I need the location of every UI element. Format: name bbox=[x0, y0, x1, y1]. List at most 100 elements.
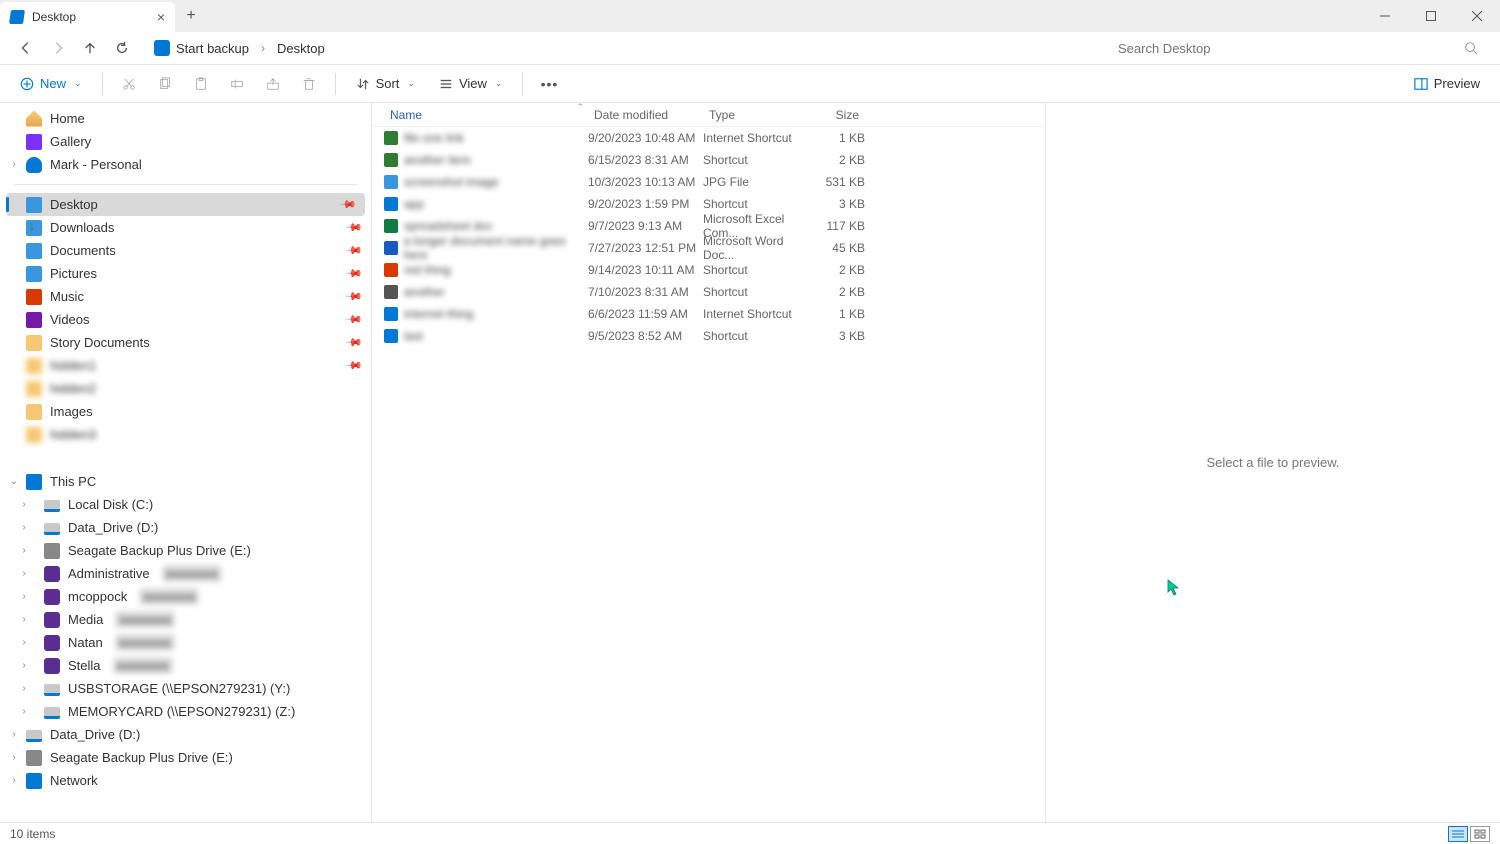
file-row[interactable]: a longer document name goes here7/27/202… bbox=[372, 237, 1045, 259]
column-date[interactable]: Date modified bbox=[588, 108, 703, 122]
new-button[interactable]: New ⌄ bbox=[12, 72, 90, 95]
chevron-icon[interactable]: › bbox=[18, 637, 30, 648]
sidebar-item-label: Images bbox=[50, 404, 93, 419]
sidebar-item[interactable]: hidden3 bbox=[0, 423, 371, 446]
sidebar-item[interactable]: Downloads📌 bbox=[0, 216, 371, 239]
file-row[interactable]: another item6/15/2023 8:31 AMShortcut2 K… bbox=[372, 149, 1045, 171]
sidebar-item[interactable]: Story Documents📌 bbox=[0, 331, 371, 354]
breadcrumb-start-backup[interactable]: Start backup bbox=[148, 36, 255, 60]
chevron-icon[interactable]: › bbox=[18, 568, 30, 579]
file-type: Internet Shortcut bbox=[703, 131, 801, 145]
sidebar-item[interactable]: Images bbox=[0, 400, 371, 423]
view-button[interactable]: View ⌄ bbox=[431, 72, 511, 95]
preview-button[interactable]: Preview bbox=[1406, 72, 1488, 95]
sidebar-item[interactable]: Desktop📌 bbox=[6, 193, 365, 216]
file-icon bbox=[384, 175, 398, 189]
sidebar-item[interactable]: ›Seagate Backup Plus Drive (E:) bbox=[0, 539, 371, 562]
icons-view-toggle[interactable] bbox=[1470, 826, 1490, 842]
sidebar-item[interactable]: hidden1📌 bbox=[0, 354, 371, 377]
search-box[interactable] bbox=[1108, 33, 1488, 63]
file-name: another bbox=[404, 285, 445, 299]
column-headers[interactable]: Name⌃ Date modified Type Size bbox=[372, 103, 1045, 127]
sidebar[interactable]: HomeGallery›Mark - Personal Desktop📌Down… bbox=[0, 103, 372, 822]
file-row[interactable]: last9/5/2023 8:52 AMShortcut3 KB bbox=[372, 325, 1045, 347]
file-list[interactable]: Name⌃ Date modified Type Size file one l… bbox=[372, 103, 1045, 822]
sidebar-item[interactable]: ›Local Disk (C:) bbox=[0, 493, 371, 516]
file-date: 9/5/2023 8:52 AM bbox=[588, 329, 703, 343]
sidebar-item[interactable]: Documents📌 bbox=[0, 239, 371, 262]
chevron-icon[interactable]: › bbox=[18, 591, 30, 602]
file-name: another item bbox=[404, 153, 471, 167]
chevron-down-icon[interactable]: ⌄ bbox=[8, 476, 20, 487]
close-window-button[interactable] bbox=[1454, 0, 1500, 32]
pin-icon: 📌 bbox=[345, 310, 364, 329]
chevron-icon[interactable]: › bbox=[8, 775, 20, 786]
new-tab-button[interactable]: + bbox=[175, 0, 207, 32]
sidebar-item[interactable]: Music📌 bbox=[0, 285, 371, 308]
more-button[interactable]: ••• bbox=[535, 72, 563, 96]
sidebar-item[interactable]: ›Stellaxxxxxxxx bbox=[0, 654, 371, 677]
file-icon bbox=[384, 285, 398, 299]
chevron-icon[interactable]: › bbox=[18, 614, 30, 625]
sidebar-item[interactable]: ›MEMORYCARD (\\EPSON279231) (Z:) bbox=[0, 700, 371, 723]
sidebar-item[interactable]: ›Natanxxxxxxxx bbox=[0, 631, 371, 654]
forward-button[interactable] bbox=[44, 34, 72, 62]
maximize-button[interactable] bbox=[1408, 0, 1454, 32]
sidebar-item[interactable]: hidden2 bbox=[0, 377, 371, 400]
tab-desktop[interactable]: Desktop × bbox=[0, 2, 175, 32]
sidebar-item[interactable]: ›Network bbox=[0, 769, 371, 792]
minimize-button[interactable] bbox=[1362, 0, 1408, 32]
rename-button[interactable] bbox=[223, 73, 251, 95]
chevron-icon[interactable]: › bbox=[18, 660, 30, 671]
file-row[interactable]: another7/10/2023 8:31 AMShortcut2 KB bbox=[372, 281, 1045, 303]
file-icon bbox=[384, 153, 398, 167]
sidebar-item[interactable]: › Data_Drive (D:) bbox=[0, 723, 371, 746]
sidebar-item[interactable]: ›mcoppockxxxxxxxx bbox=[0, 585, 371, 608]
chevron-icon[interactable]: › bbox=[8, 752, 20, 763]
chevron-icon[interactable]: › bbox=[18, 545, 30, 556]
breadcrumb-desktop[interactable]: Desktop bbox=[271, 37, 331, 60]
paste-button[interactable] bbox=[187, 73, 215, 95]
sidebar-item-label: Data_Drive (D:) bbox=[50, 727, 140, 742]
sidebar-item[interactable]: Videos📌 bbox=[0, 308, 371, 331]
sidebar-item[interactable]: Home bbox=[0, 107, 371, 130]
refresh-button[interactable] bbox=[108, 34, 136, 62]
breadcrumb[interactable]: Start backup › Desktop bbox=[148, 36, 1104, 60]
column-type[interactable]: Type bbox=[703, 108, 801, 122]
file-icon bbox=[384, 263, 398, 277]
chevron-icon[interactable]: › bbox=[8, 729, 20, 740]
chevron-icon[interactable]: › bbox=[18, 522, 30, 533]
up-button[interactable] bbox=[76, 34, 104, 62]
sidebar-item[interactable]: ›Seagate Backup Plus Drive (E:) bbox=[0, 746, 371, 769]
sidebar-this-pc[interactable]: ⌄ This PC bbox=[0, 470, 371, 493]
file-row[interactable]: screenshot image10/3/2023 10:13 AMJPG Fi… bbox=[372, 171, 1045, 193]
sidebar-item[interactable]: ›Mediaxxxxxxxx bbox=[0, 608, 371, 631]
chevron-icon[interactable]: › bbox=[18, 706, 30, 717]
sidebar-item[interactable]: ›USBSTORAGE (\\EPSON279231) (Y:) bbox=[0, 677, 371, 700]
column-size[interactable]: Size bbox=[801, 108, 865, 122]
column-name[interactable]: Name⌃ bbox=[384, 108, 588, 122]
delete-button[interactable] bbox=[295, 73, 323, 95]
sidebar-item[interactable]: Pictures📌 bbox=[0, 262, 371, 285]
chevron-icon[interactable]: › bbox=[18, 499, 30, 510]
sidebar-item[interactable]: ›Mark - Personal bbox=[0, 153, 371, 176]
file-row[interactable]: internet thing6/6/2023 11:59 AMInternet … bbox=[372, 303, 1045, 325]
file-size: 3 KB bbox=[801, 197, 865, 211]
back-button[interactable] bbox=[12, 34, 40, 62]
chevron-icon[interactable]: › bbox=[8, 159, 20, 170]
details-view-toggle[interactable] bbox=[1448, 826, 1468, 842]
sidebar-item[interactable]: › Data_Drive (D:) bbox=[0, 516, 371, 539]
search-input[interactable] bbox=[1118, 41, 1456, 56]
cut-button[interactable] bbox=[115, 73, 143, 95]
chevron-icon[interactable]: › bbox=[18, 683, 30, 694]
sidebar-item[interactable]: ›Administrativexxxxxxxx bbox=[0, 562, 371, 585]
file-row[interactable]: red thing9/14/2023 10:11 AMShortcut2 KB bbox=[372, 259, 1045, 281]
copy-button[interactable] bbox=[151, 73, 179, 95]
divider bbox=[522, 73, 523, 95]
share-button[interactable] bbox=[259, 73, 287, 95]
sidebar-item-label: Data_Drive (D:) bbox=[68, 520, 158, 535]
sidebar-item[interactable]: Gallery bbox=[0, 130, 371, 153]
sort-button[interactable]: Sort ⌄ bbox=[348, 72, 423, 95]
file-row[interactable]: file one link9/20/2023 10:48 AMInternet … bbox=[372, 127, 1045, 149]
close-tab-icon[interactable]: × bbox=[157, 9, 165, 25]
